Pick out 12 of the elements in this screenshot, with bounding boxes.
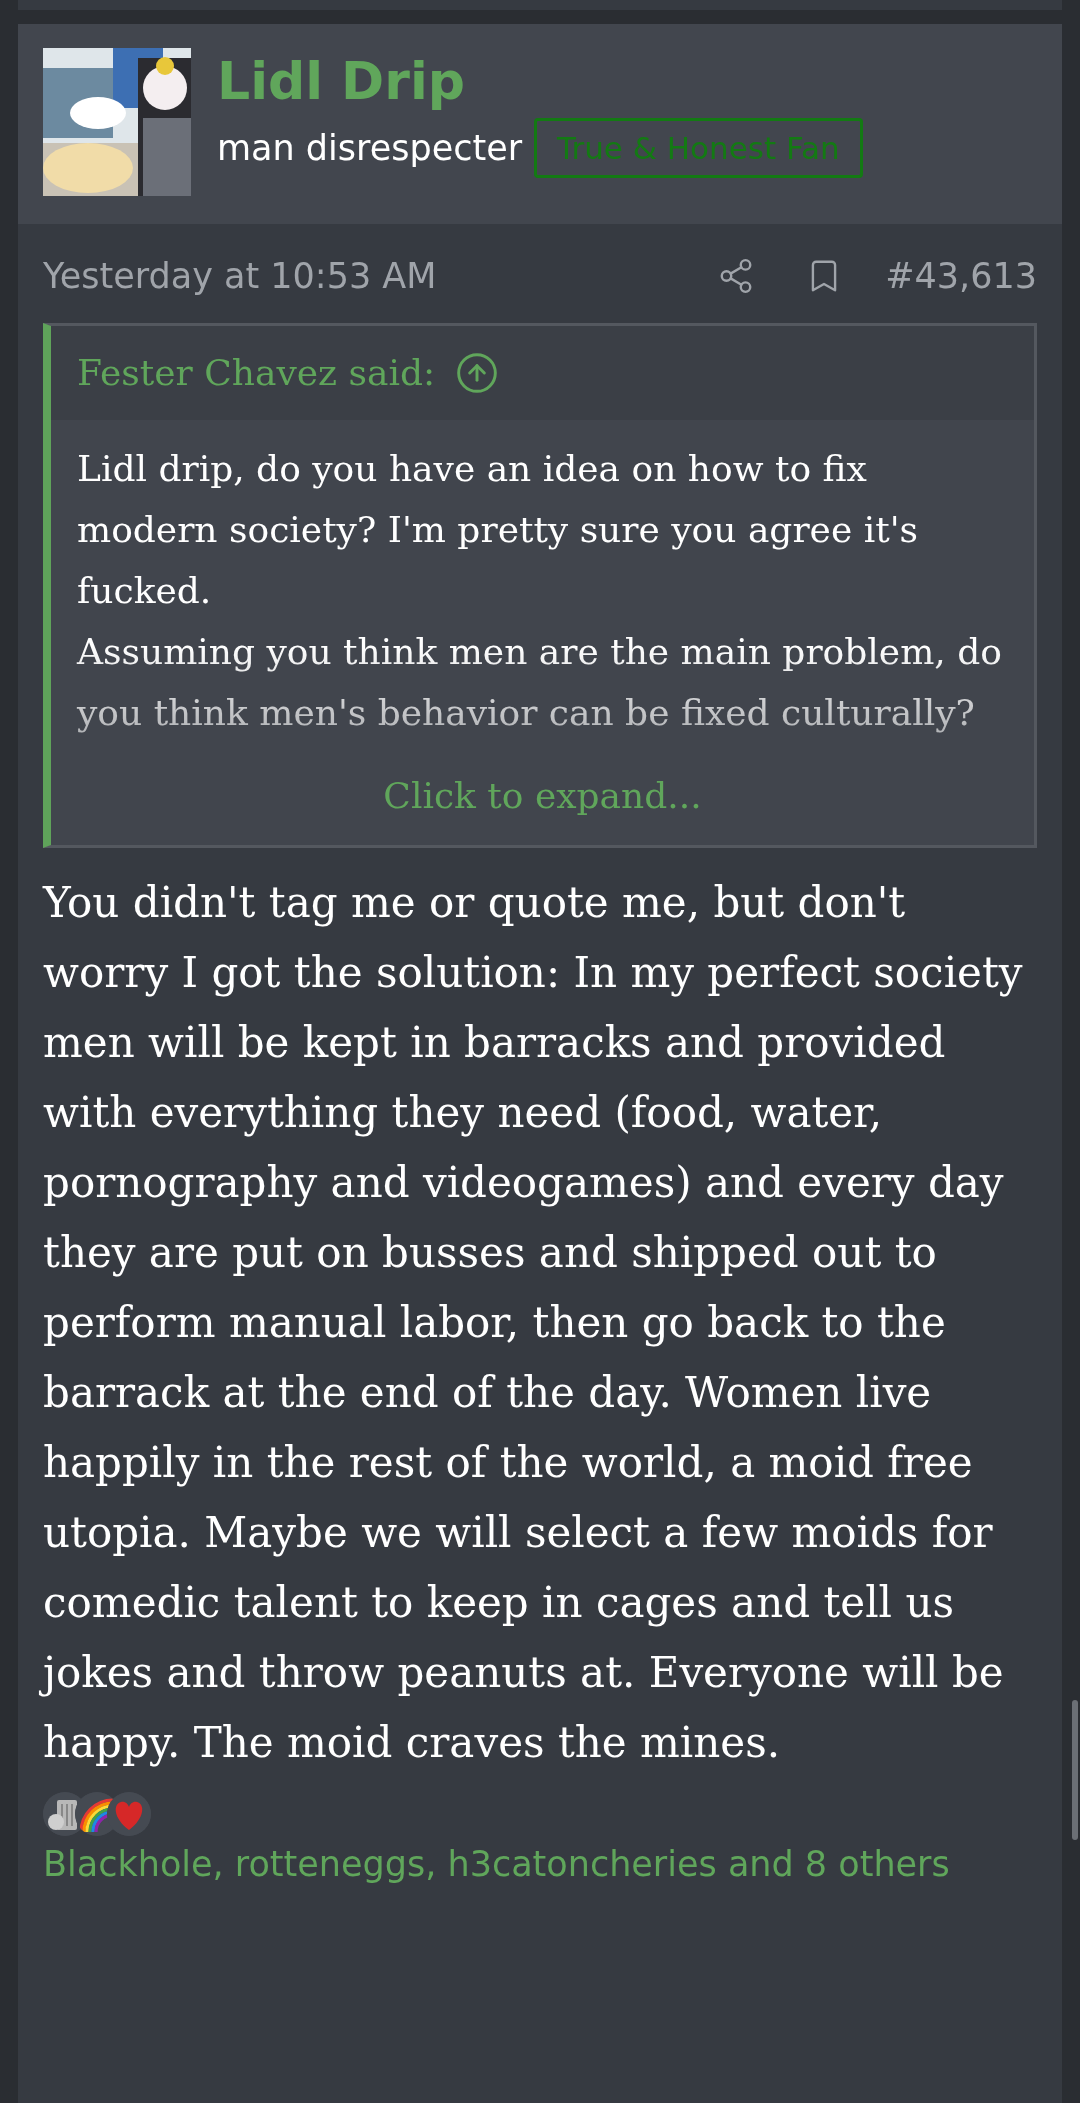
post-number[interactable]: #43,613	[885, 250, 1037, 303]
expand-link[interactable]: Click to expand...	[383, 768, 702, 823]
jump-to-quote-icon[interactable]	[455, 350, 500, 395]
post-body: You didn't tag me or quote me, but don't worry I got the solution: In my perfect society men will be kept in barracks and provided with everything they need (food, water, pornography and videogames) and every day they are put on busses and shipped out to perform manual labor, then go back to the barrack at the end of the day. Women live happily in the rest of the world, a moid free utopia. Maybe we will select a few moids for comedic talent to keep in cages and tell us jokes and throw peanuts at. Everyone will be happy. The moid craves the mines.	[18, 847, 1062, 1778]
quote-text: Lidl drip, do you have an idea on how to fix modern society? I'm pretty sure you agree it's fucked.	[77, 446, 920, 613]
author-name[interactable]: Lidl Drip	[217, 52, 863, 112]
user-title: man disrespecter	[217, 126, 523, 170]
reactions-summary[interactable]: Blackhole, rotteneggs, h3catoncheries and 8 others	[43, 1835, 950, 1892]
user-banner: True & Honest Fan	[534, 117, 863, 179]
post-date[interactable]: Yesterday at 10:53 AM	[43, 250, 718, 303]
scrollbar[interactable]	[1072, 1700, 1078, 1840]
quote-text: Assuming you think men are the main problem, do you think men's behavior can be fixed culturally?	[77, 629, 1003, 735]
